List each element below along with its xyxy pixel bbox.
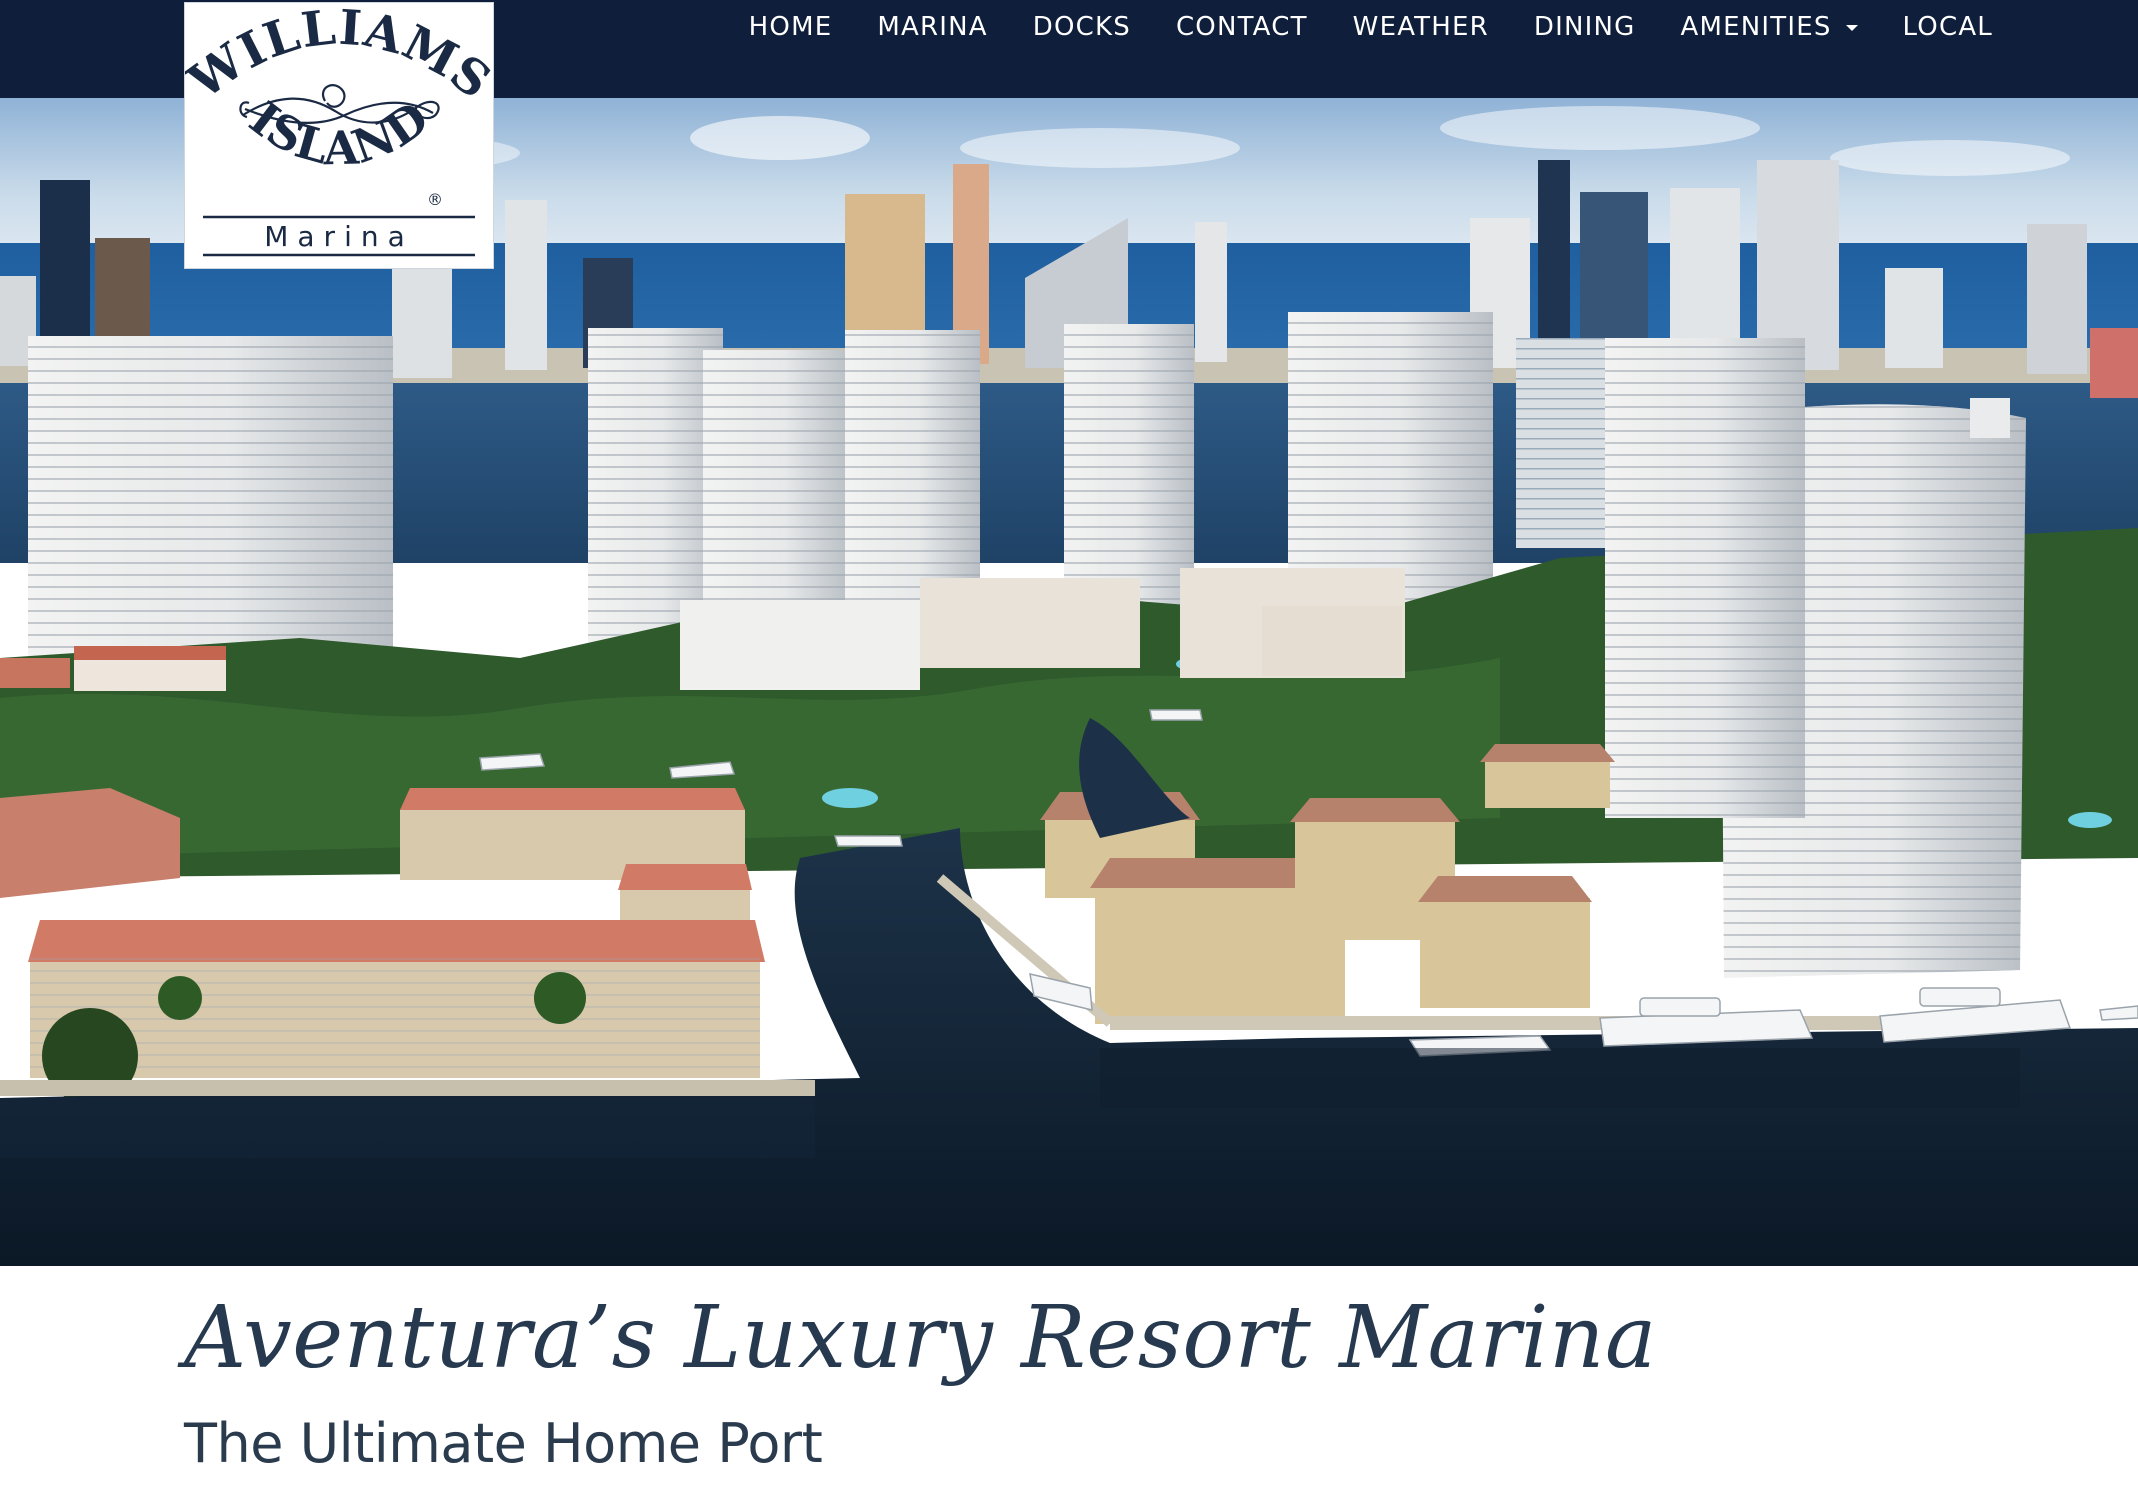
nav-docks[interactable]: DOCKS [1033, 12, 1131, 42]
page-subheadline: The Ultimate Home Port [184, 1412, 823, 1475]
logo-text-marina: Marina [264, 220, 414, 253]
nav-dining[interactable]: DINING [1534, 12, 1636, 42]
logo-text-williams: WILLIAMS [185, 3, 493, 111]
hero-carousel [0, 98, 2138, 1266]
logo-text-island: ISLAND [240, 91, 438, 176]
caret-down-icon [1845, 25, 1858, 31]
nav-contact[interactable]: CONTACT [1176, 12, 1308, 42]
nav-weather[interactable]: WEATHER [1353, 12, 1489, 42]
logo-registered-mark: ® [427, 190, 443, 209]
site-logo[interactable]: WILLIAMS ISLAND ® Marina [184, 2, 494, 269]
aerial-marina-photo [0, 98, 2138, 1266]
nav-local[interactable]: LOCAL [1903, 12, 1993, 42]
nav-marina[interactable]: MARINA [877, 12, 987, 42]
main-nav: HOME MARINA DOCKS CONTACT WEATHER DINING… [749, 6, 1993, 48]
page-headline: Aventura’s Luxury Resort Marina [184, 1288, 1657, 1388]
nav-home[interactable]: HOME [749, 12, 833, 42]
nav-amenities[interactable]: AMENITIES [1681, 12, 1858, 42]
nav-amenities-label: AMENITIES [1680, 12, 1832, 42]
